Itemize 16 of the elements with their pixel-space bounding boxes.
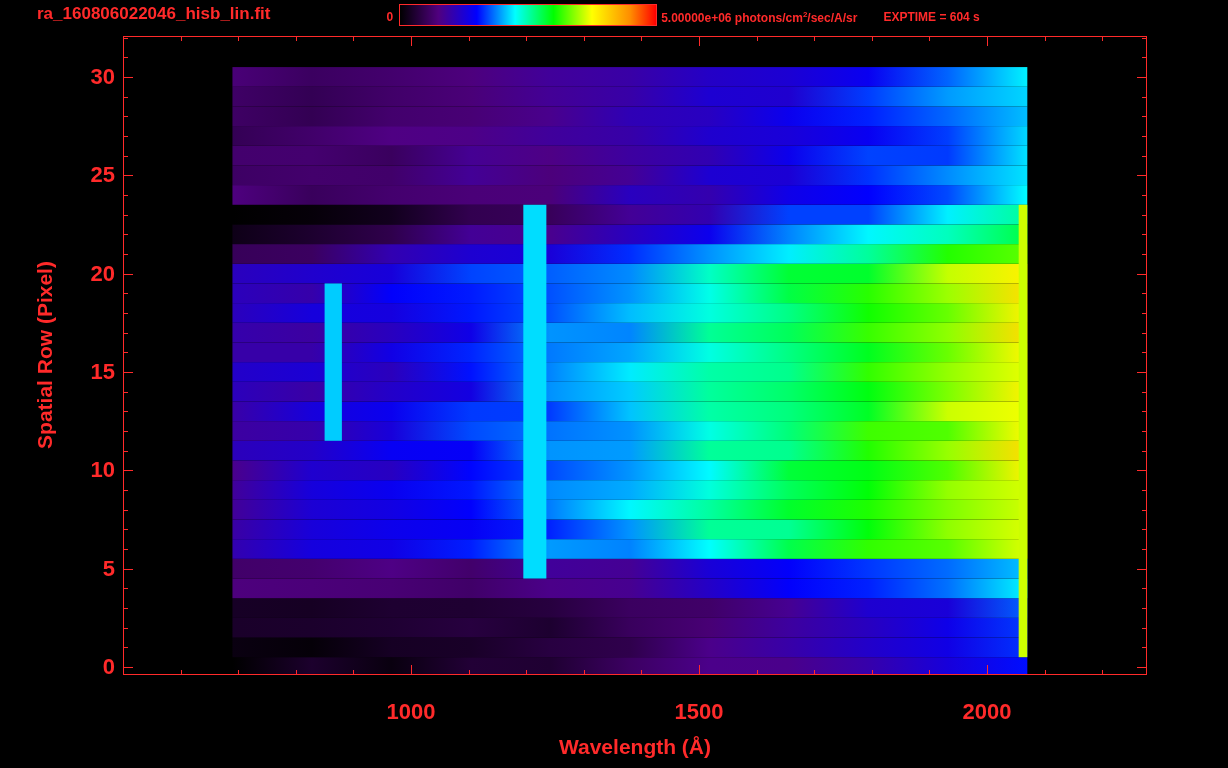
y-tick-label: 10 bbox=[90, 457, 115, 484]
x-tick-label: 2000 bbox=[961, 699, 1013, 725]
file-name: ra_160806022046_hisb_lin.fit bbox=[37, 4, 271, 24]
x-axis-title: Wavelength (Å) bbox=[557, 735, 713, 759]
exposure-time: EXPTIME = 604 s bbox=[883, 10, 980, 24]
colorbar-min-label: 0 bbox=[386, 10, 394, 24]
x-tick-label: 1000 bbox=[385, 699, 437, 725]
y-tick-label: 25 bbox=[90, 162, 115, 189]
y-tick-label: 0 bbox=[102, 654, 115, 680]
y-tick-label: 30 bbox=[90, 63, 115, 90]
x-tick-label: 1500 bbox=[673, 699, 725, 725]
y-tick-label: 15 bbox=[90, 358, 115, 385]
colorbar-max-label: 5.00000e+06 photons/cm$^{2}$/sec/A/sr bbox=[661, 10, 858, 25]
y-tick-label: 20 bbox=[90, 260, 115, 287]
y-axis-title: Spatial Row (Pixel) bbox=[33, 261, 57, 449]
y-tick-label: 5 bbox=[102, 555, 115, 582]
